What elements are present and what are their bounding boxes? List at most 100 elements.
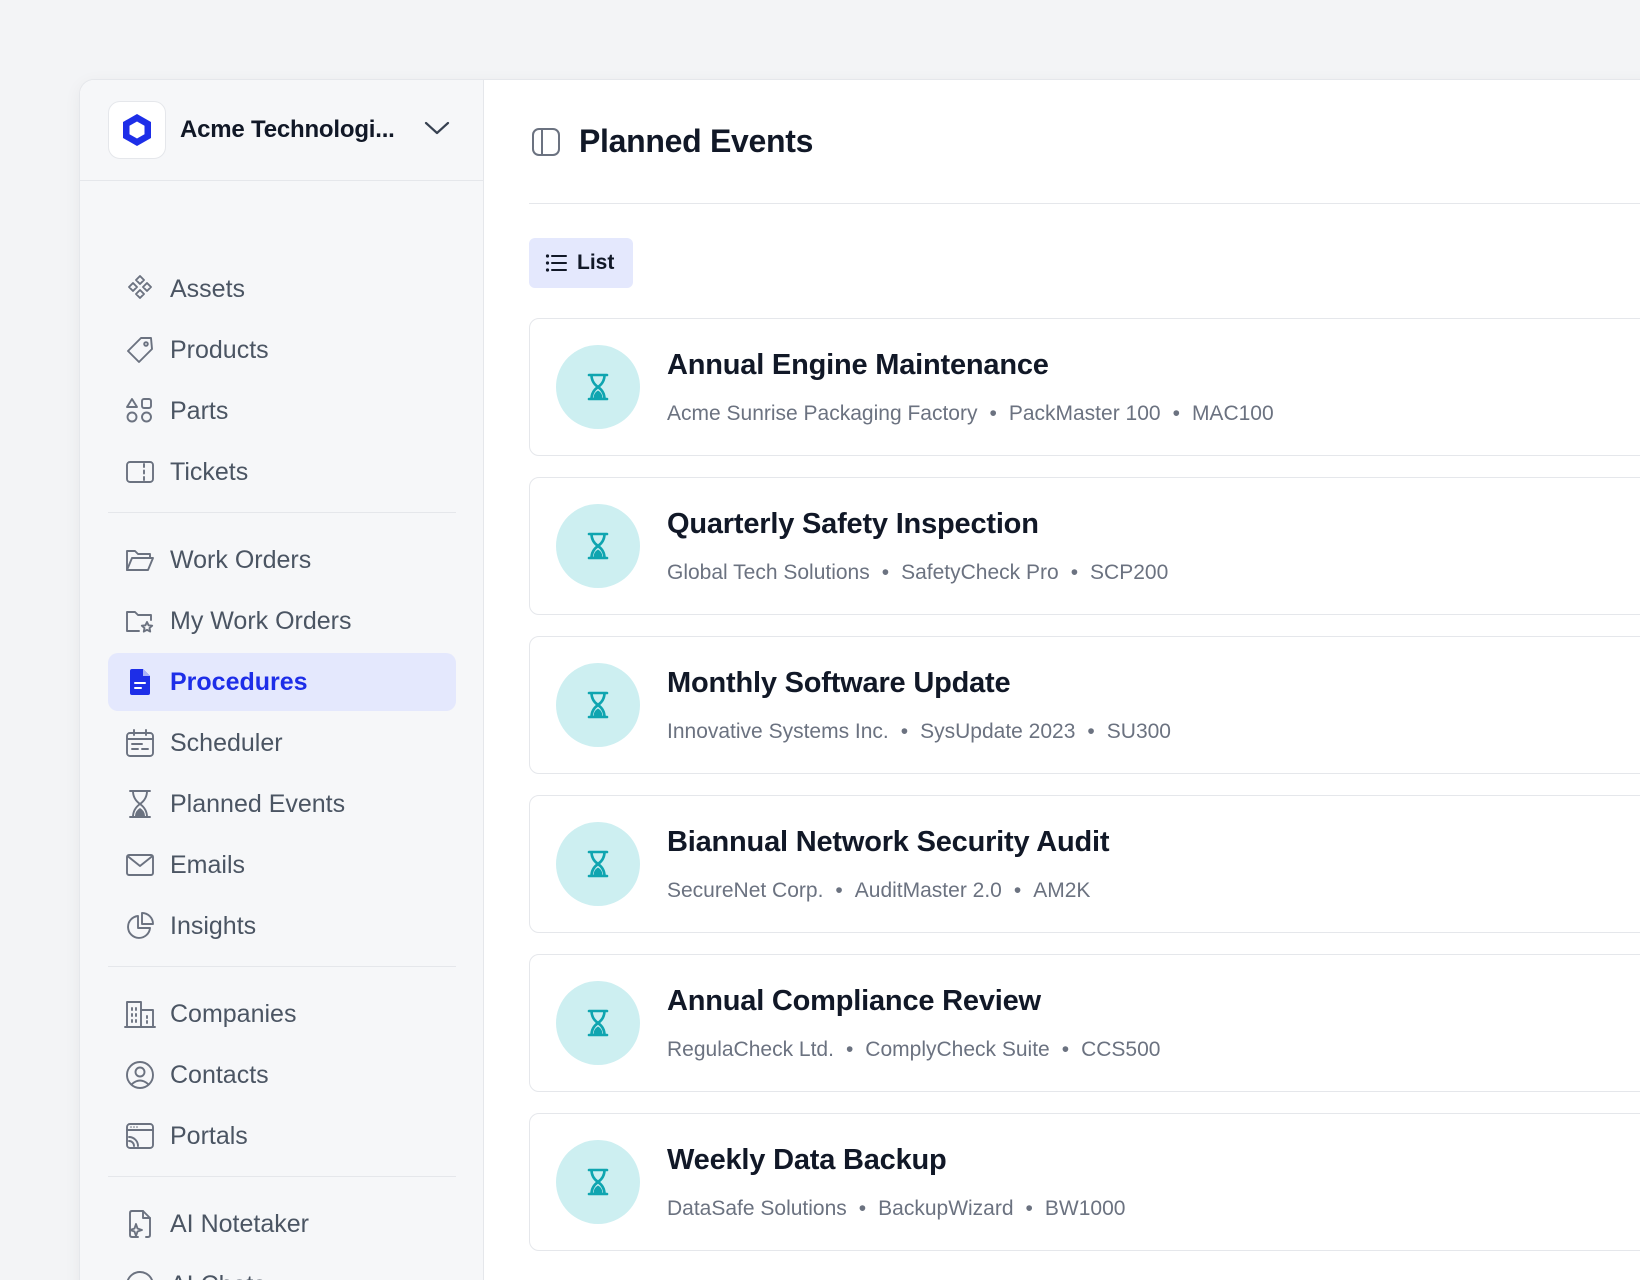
sidebar-item-portals[interactable]: Portals bbox=[108, 1107, 456, 1165]
sidebar-item-ai-chats[interactable]: AI AI Chats bbox=[108, 1256, 456, 1280]
event-company: RegulaCheck Ltd. bbox=[667, 1038, 834, 1061]
event-title: Weekly Data Backup bbox=[667, 1144, 947, 1176]
event-code: SCP200 bbox=[1090, 561, 1169, 584]
separator-dot: • bbox=[900, 720, 909, 743]
shapes-icon bbox=[124, 395, 156, 427]
org-name: Acme Technologi... bbox=[180, 116, 395, 143]
sidebar-item-label: Insights bbox=[170, 911, 257, 940]
separator-dot: • bbox=[1013, 879, 1022, 902]
hourglass-icon bbox=[556, 981, 640, 1065]
list-icon bbox=[545, 254, 567, 272]
list-view-button[interactable]: List bbox=[529, 238, 633, 288]
sidebar-item-my-work-orders[interactable]: My Work Orders bbox=[108, 592, 456, 650]
hourglass-icon bbox=[556, 504, 640, 588]
event-product: BackupWizard bbox=[878, 1197, 1014, 1220]
nav-divider bbox=[108, 966, 456, 967]
org-logo bbox=[108, 101, 166, 159]
sidebar-item-companies[interactable]: Companies bbox=[108, 985, 456, 1043]
list-view-label: List bbox=[577, 251, 615, 274]
event-title: Quarterly Safety Inspection bbox=[667, 508, 1039, 540]
separator-dot: • bbox=[881, 561, 890, 584]
sidebar-item-label: Planned Events bbox=[170, 789, 346, 818]
mail-icon bbox=[124, 849, 156, 881]
file-sparkle-icon bbox=[124, 1208, 156, 1240]
separator-dot: • bbox=[858, 1197, 867, 1220]
hourglass-icon bbox=[556, 822, 640, 906]
sidebar-item-label: Portals bbox=[170, 1121, 248, 1150]
org-switcher[interactable]: Acme Technologi... bbox=[80, 80, 483, 181]
sidebar-item-label: Tickets bbox=[170, 457, 249, 486]
document-icon bbox=[124, 666, 156, 698]
sidebar-item-label: Contacts bbox=[170, 1060, 269, 1089]
event-company: SecureNet Corp. bbox=[667, 879, 824, 902]
event-card[interactable]: Monthly Software Update Innovative Syste… bbox=[529, 636, 1640, 774]
sidebar-item-label: Procedures bbox=[170, 667, 308, 696]
sidebar-item-products[interactable]: Products bbox=[108, 321, 456, 379]
tag-icon bbox=[124, 334, 156, 366]
sidebar-toggle-icon[interactable] bbox=[529, 125, 563, 159]
sidebar-item-planned-events[interactable]: Planned Events bbox=[108, 775, 456, 833]
sidebar-item-emails[interactable]: Emails bbox=[108, 836, 456, 894]
event-card[interactable]: Weekly Data Backup DataSafe Solutions • Ba… bbox=[529, 1113, 1640, 1251]
sidebar-item-label: Parts bbox=[170, 396, 229, 425]
page-title: Planned Events bbox=[579, 123, 814, 159]
event-meta: Acme Sunrise Packaging Factory • PackMaste… bbox=[667, 402, 1274, 426]
nav-divider bbox=[108, 512, 456, 513]
sidebar-item-label: Emails bbox=[170, 850, 246, 879]
hourglass-icon bbox=[556, 663, 640, 747]
sidebar-item-work-orders[interactable]: Work Orders bbox=[108, 531, 456, 589]
sidebar-item-procedures[interactable]: Procedures bbox=[108, 653, 456, 711]
separator-dot: • bbox=[1087, 720, 1095, 743]
chevron-down-icon bbox=[424, 121, 450, 135]
sidebar-item-assets[interactable]: Assets bbox=[108, 260, 456, 318]
sidebar-item-parts[interactable]: Parts bbox=[108, 382, 456, 440]
pie-chart-icon bbox=[124, 910, 156, 942]
event-title: Annual Compliance Review bbox=[667, 985, 1041, 1017]
sidebar-item-ai-notetaker[interactable]: AI Notetaker bbox=[108, 1195, 456, 1253]
sidebar-nav: Assets Products Parts Tickets Work Orders My … bbox=[108, 260, 456, 1280]
event-product: SysUpdate 2023 bbox=[920, 720, 1076, 743]
ai-chat-icon: AI bbox=[124, 1269, 156, 1280]
sidebar-item-label: Companies bbox=[170, 999, 297, 1028]
event-card[interactable]: Biannual Network Security Audit SecureNe… bbox=[529, 795, 1640, 933]
event-meta: DataSafe Solutions • BackupWizard • BW1000 bbox=[667, 1197, 1125, 1221]
sidebar-item-label: AI Notetaker bbox=[170, 1209, 309, 1238]
sidebar-item-scheduler[interactable]: Scheduler bbox=[108, 714, 456, 772]
building-icon bbox=[124, 998, 156, 1030]
sidebar-item-label: Work Orders bbox=[170, 545, 312, 574]
event-code: BW1000 bbox=[1044, 1197, 1126, 1220]
separator-dot: • bbox=[1061, 1038, 1070, 1061]
event-card[interactable]: Quarterly Safety Inspection Global Tech … bbox=[529, 477, 1640, 615]
sidebar-item-contacts[interactable]: Contacts bbox=[108, 1046, 456, 1104]
diamond-grid-icon bbox=[124, 273, 156, 305]
event-product: SafetyCheck Pro bbox=[901, 561, 1059, 584]
separator-dot: • bbox=[1172, 402, 1180, 425]
event-product: AuditMaster 2.0 bbox=[854, 879, 1002, 902]
separator-dot: • bbox=[845, 1038, 854, 1061]
event-meta: Innovative Systems Inc. • SysUpdate 2023 • S… bbox=[667, 720, 1171, 744]
ticket-icon bbox=[124, 456, 156, 488]
event-company: Global Tech Solutions bbox=[667, 561, 870, 584]
separator-dot: • bbox=[1025, 1197, 1033, 1220]
event-card[interactable]: Annual Compliance Review RegulaCheck Ltd… bbox=[529, 954, 1640, 1092]
user-circle-icon bbox=[124, 1059, 156, 1091]
folder-star-icon bbox=[124, 605, 156, 637]
sidebar: Acme Technologi... Assets Products Parts Ti… bbox=[80, 80, 484, 1280]
event-company: Acme Sunrise Packaging Factory bbox=[667, 402, 978, 425]
event-title: Annual Engine Maintenance bbox=[667, 349, 1049, 381]
event-card[interactable]: Annual Engine Maintenance Acme Sunrise P… bbox=[529, 318, 1640, 456]
separator-dot: • bbox=[835, 879, 843, 902]
sidebar-item-tickets[interactable]: Tickets bbox=[108, 443, 456, 501]
event-meta: Global Tech Solutions • SafetyCheck Pro • SC… bbox=[667, 561, 1168, 585]
sidebar-item-label: Assets bbox=[170, 274, 246, 303]
browser-window-icon bbox=[124, 1120, 156, 1152]
sidebar-item-insights[interactable]: Insights bbox=[108, 897, 456, 955]
separator-dot: • bbox=[989, 402, 997, 425]
event-company: DataSafe Solutions bbox=[667, 1197, 847, 1220]
event-title: Biannual Network Security Audit bbox=[667, 826, 1110, 858]
nav-divider bbox=[108, 1176, 456, 1177]
folder-open-icon bbox=[124, 544, 156, 576]
app-window: Acme Technologi... Assets Products Parts Ti… bbox=[80, 80, 1640, 1280]
sidebar-item-label: My Work Orders bbox=[170, 606, 352, 635]
event-title: Monthly Software Update bbox=[667, 667, 1011, 699]
